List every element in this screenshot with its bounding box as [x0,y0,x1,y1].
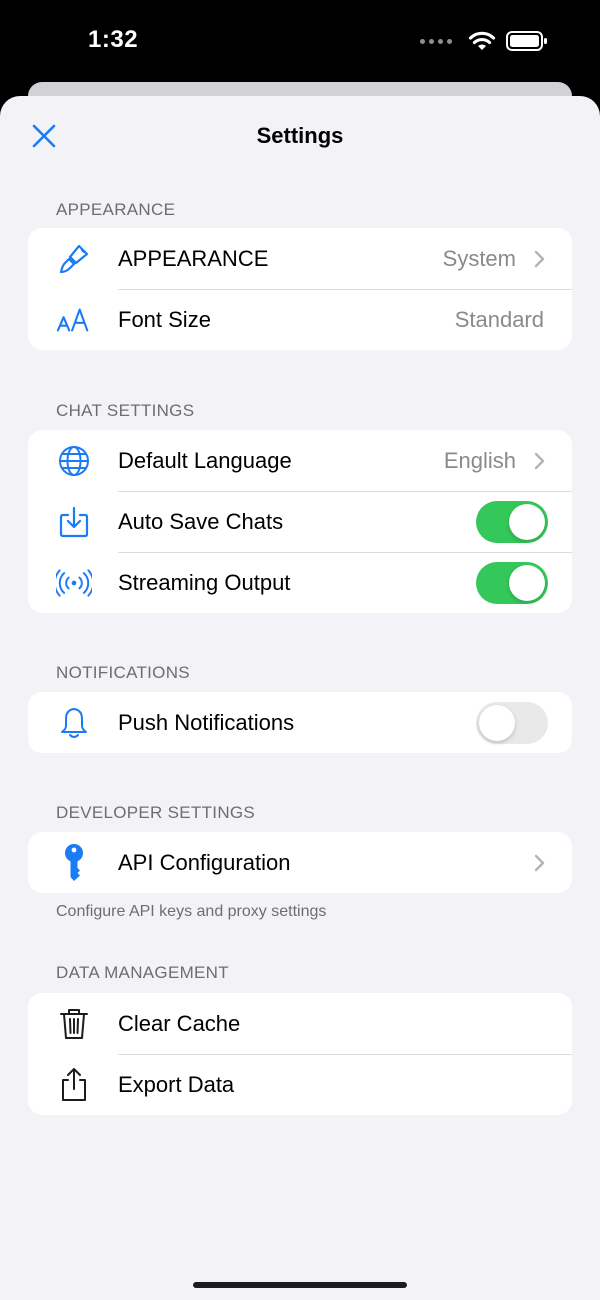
row-auto-save-chats: Auto Save Chats [28,491,572,552]
globe-icon [56,443,92,479]
battery-icon [506,31,547,51]
row-font-size[interactable]: Font Size Standard [28,289,572,350]
signal-dots-icon [420,38,452,44]
row-label-font-size: Font Size [118,306,211,332]
row-label-push-notifications: Push Notifications [118,709,295,735]
row-default-language[interactable]: Default Language English [28,430,572,491]
group-appearance: APPEARANCE System Font Size Standard [28,228,572,350]
bell-icon [56,705,92,741]
download-tray-icon [56,504,92,540]
section-header-notifications: NOTIFICATIONS [56,663,190,682]
group-notifications: Push Notifications [28,692,572,753]
row-clear-cache[interactable]: Clear Cache [28,993,572,1054]
row-value-font-size: Standard [454,306,544,332]
row-label-auto-save-chats: Auto Save Chats [118,508,284,534]
row-label-default-language: Default Language [118,447,292,473]
row-label-appearance: APPEARANCE [118,245,269,271]
group-data-management: Clear Cache Export Data [28,993,572,1115]
row-label-streaming-output: Streaming Output [118,569,291,595]
group-chat-settings: Default Language English Auto Save Chats [28,430,572,613]
wifi-icon [468,31,496,50]
section-header-developer: DEVELOPER SETTINGS [56,803,256,822]
chevron-right-icon [534,854,545,871]
section-header-data: DATA MANAGEMENT [56,963,229,982]
group-developer-settings: API Configuration [28,832,572,893]
streaming-output-toggle[interactable] [476,562,548,604]
toggle-knob [479,705,515,741]
toggle-knob [509,565,545,601]
status-time: 1:32 [88,26,139,53]
section-header-appearance: APPEARANCE [56,200,176,219]
paintbrush-icon [56,241,92,277]
row-push-notifications: Push Notifications [28,692,572,753]
toggle-knob [509,504,545,540]
row-appearance[interactable]: APPEARANCE System [28,228,572,289]
row-label-clear-cache: Clear Cache [118,1010,241,1036]
row-label-api-configuration: API Configuration [118,849,291,875]
push-notifications-toggle[interactable] [476,702,548,744]
text-size-icon [56,302,92,338]
trash-icon [56,1006,92,1042]
developer-footer-note: Configure API keys and proxy settings [56,903,327,920]
share-icon [56,1067,92,1103]
section-header-chat: CHAT SETTINGS [56,401,195,420]
auto-save-toggle[interactable] [476,501,548,543]
settings-sheet: Settings APPEARANCE APPEARANCE System Fo… [0,96,600,1300]
row-value-appearance: System [442,245,516,271]
row-api-configuration[interactable]: API Configuration [28,832,572,893]
page-title: Settings [256,123,344,148]
status-bar: 1:32 [0,0,600,82]
chevron-right-icon [534,250,545,267]
row-value-default-language: English [443,447,516,473]
status-icons [420,30,548,52]
chevron-right-icon [534,452,545,469]
home-indicator [193,1282,407,1288]
broadcast-icon [56,565,92,601]
row-streaming-output: Streaming Output [28,552,572,613]
row-export-data[interactable]: Export Data [28,1054,572,1115]
row-label-export-data: Export Data [118,1071,235,1097]
key-icon [56,844,92,881]
